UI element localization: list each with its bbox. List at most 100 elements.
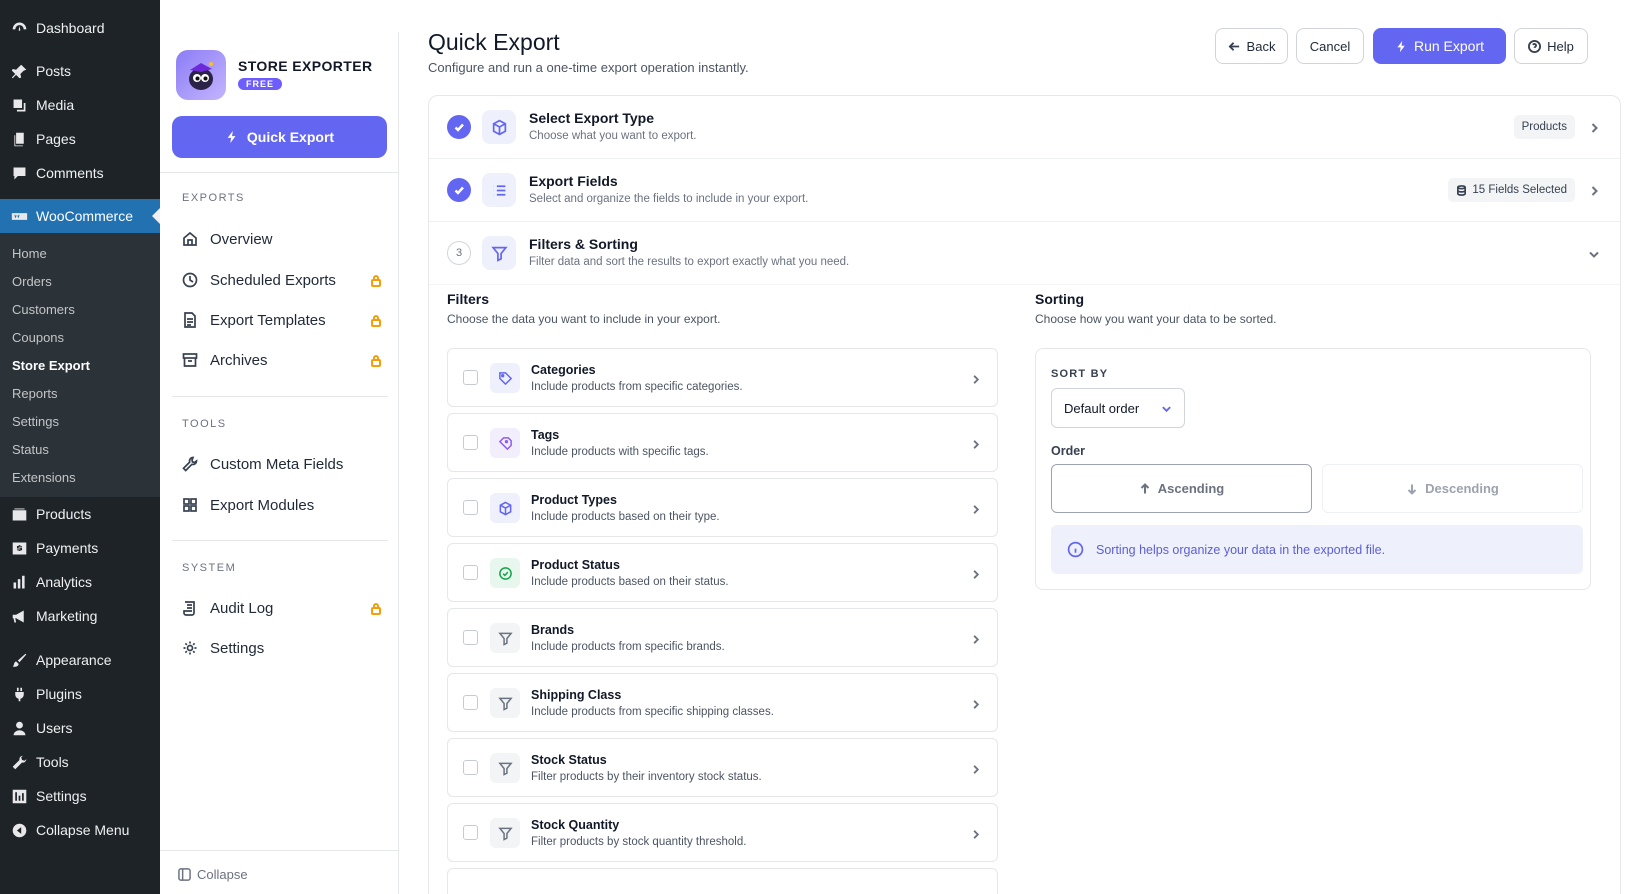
wp-menu-marketing[interactable]: Marketing [0,599,160,633]
filter-categories[interactable]: Categories Include products from specifi… [447,348,998,407]
cancel-button[interactable]: Cancel [1296,28,1364,64]
filter-product-status[interactable]: Product Status Include products based on… [447,543,998,602]
sort-by-select[interactable]: Default order [1051,388,1185,428]
fields-selected-badge: 15 Fields Selected [1448,178,1575,202]
chevron-right-icon [970,827,981,839]
woo-sub-extensions[interactable]: Extensions [0,463,160,491]
back-button[interactable]: Back [1215,28,1288,64]
chevron-right-icon [1588,184,1600,196]
plugin-icon [10,685,28,703]
wp-menu-users[interactable]: Users [0,711,160,745]
nav-settings[interactable]: Settings [182,634,382,662]
wp-menu-dashboard[interactable]: Dashboard [0,10,160,46]
filter-product-types[interactable]: Product Types Include products based on … [447,478,998,537]
chevron-right-icon [970,437,981,449]
descending-button[interactable]: Descending [1322,464,1583,513]
user-icon [10,719,28,737]
wp-menu-collapse[interactable]: Collapse Menu [0,813,160,847]
filter-checkbox[interactable] [463,500,478,515]
filter-checkbox[interactable] [463,695,478,710]
collapse-label: Collapse [197,867,248,882]
arrow-up-icon [1140,482,1149,493]
nav-export-modules[interactable]: Export Modules [182,491,382,519]
filter-tags[interactable]: Tags Include products with specific tags… [447,413,998,472]
sorting-subtitle: Choose how you want your data to be sort… [1035,312,1277,326]
filter-title: Tags [531,428,560,442]
filter-checkbox[interactable] [463,760,478,775]
wp-menu-appearance[interactable]: Appearance [0,643,160,677]
wp-menu-pages[interactable]: Pages [0,122,160,156]
chevron-down-icon [1162,405,1171,412]
section-system: SYSTEM [182,562,237,574]
section-tools: TOOLS [182,418,227,430]
step-complete-check-icon [447,115,471,139]
bolt-icon [227,130,236,144]
woo-sub-customers[interactable]: Customers [0,295,160,323]
wp-menu-media[interactable]: Media [0,88,160,122]
gear-icon [182,639,200,657]
woo-sub-home[interactable]: Home [0,239,160,267]
filter-desc: Include products with specific tags. [531,446,709,458]
step-title: Select Export Type [529,110,655,126]
nav-custom-meta-fields[interactable]: Custom Meta Fields [182,450,382,478]
wp-menu-payments[interactable]: Payments [0,531,160,565]
wp-menu-settings[interactable]: Settings [0,779,160,813]
woo-sub-status[interactable]: Status [0,435,160,463]
sort-by-value: Default order [1064,400,1140,416]
sort-by-label: SORT BY [1051,368,1109,380]
step-filters-sorting[interactable]: 3 Filters & Sorting Filter data and sort… [429,222,1620,285]
wp-menu-products[interactable]: Products [0,497,160,531]
brand-title: STORE EXPORTER [238,58,373,74]
step-export-fields[interactable]: Export Fields Select and organize the fi… [429,159,1620,222]
nav-overview[interactable]: Overview [182,225,382,253]
filter-title: Brands [531,623,575,637]
megaphone-icon [10,607,28,625]
wp-menu-tools[interactable]: Tools [0,745,160,779]
collapse-button[interactable]: Collapse [178,867,248,882]
quick-export-button[interactable]: Quick Export [172,116,387,158]
chevron-down-icon [1588,247,1600,259]
wp-admin-sidebar: Dashboard Posts Media Pages Comments Woo… [0,0,160,894]
nav-archives[interactable]: Archives [182,346,382,374]
nav-export-templates[interactable]: Export Templates [182,306,382,334]
woocommerce-icon [10,207,28,225]
nav-scheduled-exports[interactable]: Scheduled Exports [182,266,382,294]
wrench-icon [10,753,28,771]
filter-shipping-class[interactable]: Shipping Class Include products from spe… [447,673,998,732]
run-export-button[interactable]: Run Export [1373,28,1506,64]
wp-menu-label: Payments [36,540,99,556]
filter-stock-status[interactable]: Stock Status Filter products by their in… [447,738,998,797]
filter-checkbox[interactable] [463,825,478,840]
wp-menu-woocommerce[interactable]: WooCommerce [0,199,160,233]
filter-checkbox[interactable] [463,630,478,645]
woo-sub-reports[interactable]: Reports [0,379,160,407]
wp-menu-label: Plugins [36,686,82,702]
filter-checkbox[interactable] [463,435,478,450]
wp-menu-posts[interactable]: Posts [0,54,160,88]
brand-logo [176,50,226,100]
bolt-icon [1397,40,1405,52]
nav-label: Custom Meta Fields [210,455,344,473]
nav-audit-log[interactable]: Audit Log [182,594,382,622]
wp-menu-comments[interactable]: Comments [0,156,160,190]
filter-partial-row[interactable] [447,868,998,894]
wp-menu-plugins[interactable]: Plugins [0,677,160,711]
media-icon [10,96,28,114]
woo-sub-settings[interactable]: Settings [0,407,160,435]
woo-sub-coupons[interactable]: Coupons [0,323,160,351]
archive-icon [182,351,200,369]
filter-checkbox[interactable] [463,565,478,580]
woo-sub-store-export[interactable]: Store Export [0,351,160,379]
wp-menu-label: Media [36,97,75,113]
filter-stock-quantity[interactable]: Stock Quantity Filter products by stock … [447,803,998,862]
wp-menu-analytics[interactable]: Analytics [0,565,160,599]
woo-sub-orders[interactable]: Orders [0,267,160,295]
filter-brands[interactable]: Brands Include products from specific br… [447,608,998,667]
ascending-button[interactable]: Ascending [1051,464,1312,513]
step-select-export-type[interactable]: Select Export Type Choose what you want … [429,96,1620,159]
chevron-right-icon [1588,121,1600,133]
lock-icon [370,274,382,287]
filter-checkbox[interactable] [463,370,478,385]
settings-icon [10,787,28,805]
help-button[interactable]: Help [1514,28,1588,64]
